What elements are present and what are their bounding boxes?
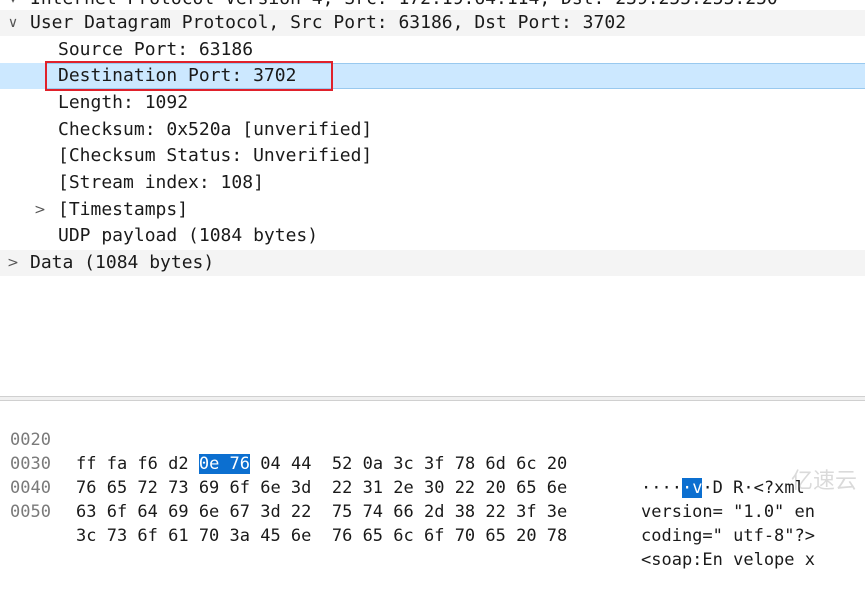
expand-arrow-icon[interactable]: > <box>6 250 20 276</box>
hex-ascii: version= "1.0" en <box>641 502 815 522</box>
tree-row-length[interactable]: Length: 1092 <box>0 90 865 116</box>
tree-row-udp-payload[interactable]: UDP payload (1084 bytes) <box>0 223 865 249</box>
tree-row-label: [Checksum Status: Unverified] <box>58 145 373 166</box>
tree-row-label: Destination Port: 3702 <box>58 65 297 86</box>
hex-ascii: coding=" utf-8"?> <box>641 526 815 546</box>
tree-row-label: Data (1084 bytes) <box>30 252 215 273</box>
tree-row-label: [Timestamps] <box>58 199 189 220</box>
hex-row[interactable]: 0050 3c 73 6f 61 70 3a 45 6e 76 65 6c 6f… <box>0 476 865 570</box>
tree-row-label: UDP payload (1084 bytes) <box>58 225 319 246</box>
tree-row-data[interactable]: > Data (1084 bytes) <box>0 250 865 276</box>
hex-row[interactable]: 0030 76 65 72 73 69 6f 6e 3d 22 31 2e 30… <box>0 428 865 522</box>
tree-row-checksum-status[interactable]: [Checksum Status: Unverified] <box>0 143 865 169</box>
hex-row[interactable]: 0020 ff fa f6 d2 0e 76 04 44 52 0a 3c 3f… <box>0 404 865 498</box>
hex-bytes: 63 6f 64 69 6e 67 3d 22 75 74 66 2d 38 2… <box>76 502 568 522</box>
watermark-logo: 亿速云 <box>790 469 857 494</box>
tree-row-label: Length: 1092 <box>58 92 189 113</box>
packet-details-pane: ▾ Internet Protocol Version 4, Src: 172.… <box>0 0 865 396</box>
hex-bytes: 3c 73 6f 61 70 3a 45 6e 76 65 6c 6f 70 6… <box>76 526 568 546</box>
tree-row-timestamps[interactable]: > [Timestamps] <box>0 197 865 223</box>
tree-row-label: User Datagram Protocol, Src Port: 63186,… <box>30 12 627 33</box>
tree-row-source-port[interactable]: Source Port: 63186 <box>0 37 865 63</box>
hex-row[interactable]: 0040 63 6f 64 69 6e 67 3d 22 75 74 66 2d… <box>0 452 865 546</box>
tree-row-checksum[interactable]: Checksum: 0x520a [unverified] <box>0 117 865 143</box>
tree-row-udp[interactable]: ∨ User Datagram Protocol, Src Port: 6318… <box>0 10 865 36</box>
expand-arrow-icon[interactable]: > <box>33 197 47 223</box>
hex-ascii: <soap:En velope x <box>641 550 815 570</box>
tree-row-stream-index[interactable]: [Stream index: 108] <box>0 170 865 196</box>
tree-row-label: Checksum: 0x520a [unverified] <box>58 119 373 140</box>
tree-row-destination-port[interactable]: Destination Port: 3702 <box>0 63 865 89</box>
tree-row-label: Source Port: 63186 <box>58 39 254 60</box>
packet-bytes-pane: 0020 ff fa f6 d2 0e 76 04 44 52 0a 3c 3f… <box>0 401 865 570</box>
hex-offset: 0050 <box>10 502 51 522</box>
tree-row-label: [Stream index: 108] <box>58 172 264 193</box>
expanded-arrow-icon[interactable]: ∨ <box>6 10 20 36</box>
